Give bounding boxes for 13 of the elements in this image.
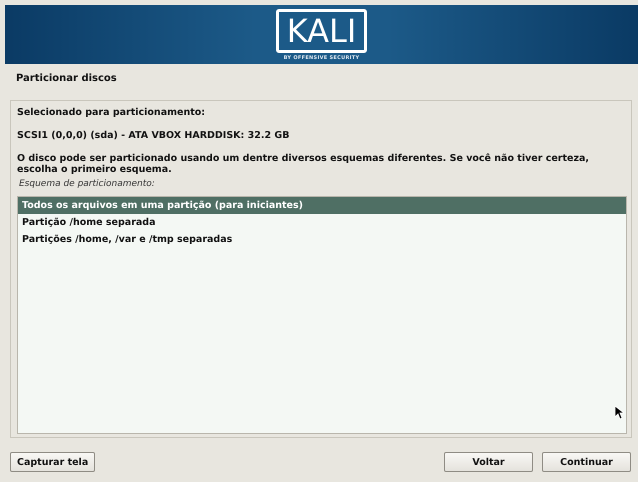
list-label: Esquema de particionamento: [19,178,156,191]
section-heading: Selecionado para particionamento: [17,107,206,118]
description-text: O disco pode ser particionado usando um dentre diversos esquemas diferentes. Se você não tiver certeza, escolha o primeiro esquema. [17,153,590,175]
dialog-button[interactable]: Continuar [542,452,631,472]
logo-text: KALI [286,14,356,46]
page-title: Particionar discos [15,72,118,86]
list-item[interactable]: Partições /home, /var e /tmp separadas [18,231,626,248]
dialog-button[interactable]: Capturar tela [10,452,96,472]
dialog-button[interactable]: Voltar [444,452,533,472]
list-item[interactable]: Todos os arquivos em uma partição (para iniciantes) [18,197,626,214]
disk-label: SCSI1 (0,0,0) (sda) - ATA VBOX HARDDISK: 32.2 GB [17,130,290,141]
mouse-pointer-icon [615,406,624,420]
list-item[interactable]: Partição /home separada [18,214,626,231]
